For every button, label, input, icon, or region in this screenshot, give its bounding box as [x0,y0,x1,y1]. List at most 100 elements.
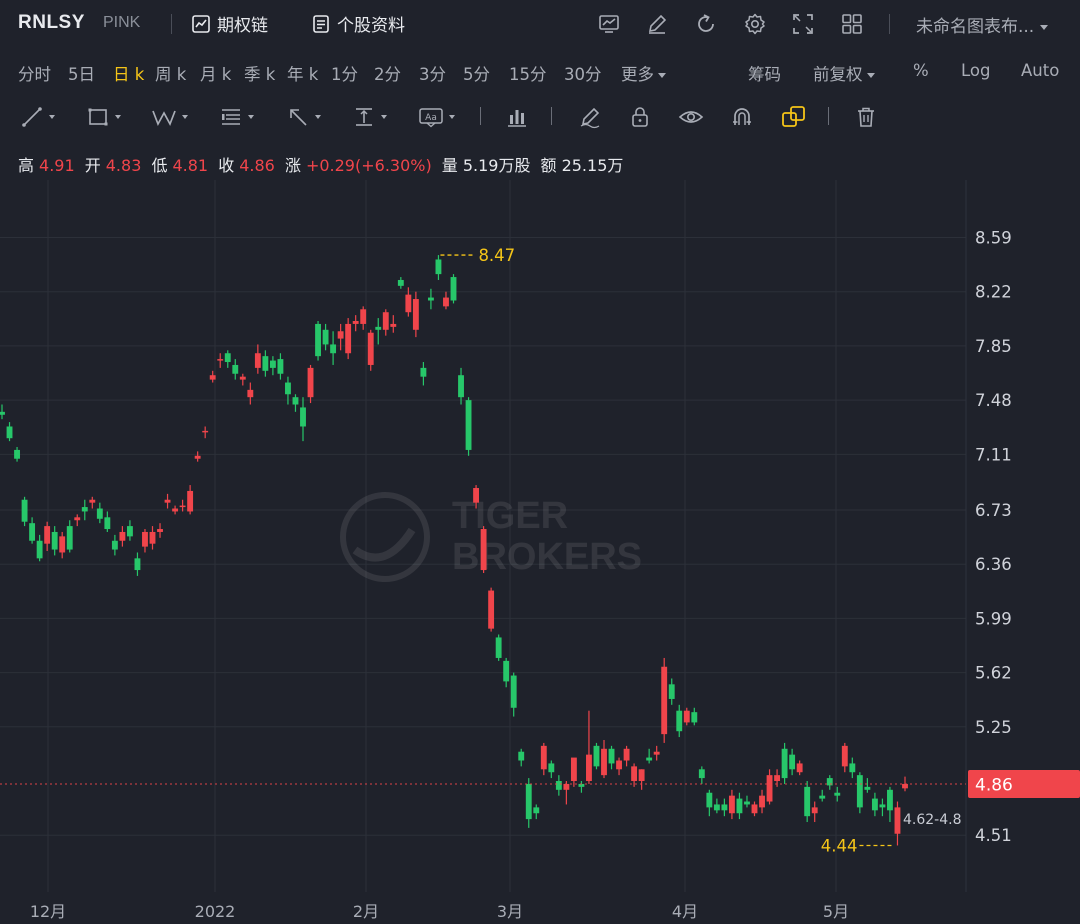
candle-body [300,407,306,427]
log-toggle[interactable]: Log [961,61,990,80]
candle-body [322,329,329,345]
price-axis: 8.59 8.22 7.85 7.48 7.11 6.73 6.36 5.99 5.62 5.25… [975,229,1012,846]
candle-body [458,375,464,398]
candle-body [894,807,901,834]
candle-body [285,382,291,395]
chevron-down-icon [866,73,875,78]
candle-body [480,529,487,571]
candle-body [563,783,570,790]
chips-button[interactable]: 筹码 [748,61,781,85]
gear-icon[interactable] [743,12,767,36]
rectangle-tool[interactable] [86,102,121,132]
adjust-dropdown[interactable]: 前复权 [813,61,875,85]
layout-name-dropdown[interactable]: 未命名图表布... [916,12,1049,37]
candle-body [44,526,51,544]
y-tick-label: 7.48 [975,391,1012,410]
candle-body [450,277,457,301]
candle-body [834,792,841,796]
x-tick-label: 5月 [823,902,849,921]
candle-body [375,326,382,330]
y-tick-label: 5.99 [975,609,1012,628]
candle-body [6,426,13,439]
candle-body [887,789,893,811]
sync-drawings-tool[interactable] [781,102,807,132]
period-tab[interactable]: 1分 [331,61,358,85]
candle-body [691,712,698,723]
y-tick-label: 5.25 [975,718,1012,737]
candle-body [510,675,517,708]
candle-body [661,666,668,735]
draw-edit-icon[interactable] [645,12,669,36]
percent-toggle[interactable]: % [913,61,929,80]
option-chain-link[interactable]: 期权链 [191,11,268,36]
chart-settings-icon[interactable] [597,12,621,36]
candle-body [360,309,367,324]
text-tool[interactable]: Aa [418,102,455,132]
period-tab-active[interactable]: 日 k [113,61,144,85]
candle-body [698,769,705,779]
period-tab[interactable]: 5分 [463,61,490,85]
measure-tool[interactable] [352,102,387,132]
more-periods-dropdown[interactable]: 更多 [621,61,666,85]
change-value: +0.29(+6.30%) [305,156,432,175]
low-label: 低 [151,156,168,175]
candle-body [217,359,224,361]
candle-body [194,455,201,459]
candle-body [465,400,472,450]
fibonacci-tool[interactable] [219,102,254,132]
chevron-down-icon [115,115,121,119]
watermark: TIGER BROKERS [340,492,642,582]
period-tab[interactable]: 30分 [564,61,602,85]
period-tab[interactable]: 季 k [244,61,275,85]
stock-profile-link[interactable]: 个股资料 [311,11,405,36]
candle-body [503,660,510,682]
layout-grid-icon[interactable] [840,12,864,36]
open-value: 4.83 [105,156,142,175]
period-tab[interactable]: 月 k [200,61,231,85]
candle-body [14,449,20,459]
candle-body [548,763,555,773]
toolbar-divider [480,107,481,125]
indicator-tool[interactable] [505,102,529,132]
arrow-tool[interactable] [286,102,321,132]
fullscreen-icon[interactable] [791,12,815,36]
y-tick-label: 7.11 [975,445,1012,464]
candlestick-chart[interactable]: TIGER BROKERS 8.59 8.22 7.85 7.48 7.11 6.73 6.… [0,180,1080,924]
period-tab[interactable]: 5日 [68,61,95,85]
delete-tool[interactable] [854,102,878,132]
rectangle-icon [88,108,108,126]
lock-icon [632,107,648,127]
candle-body [616,760,622,770]
measure-icon [356,108,372,126]
candle-body [751,804,758,814]
candle-body [713,804,720,811]
magnet-tool[interactable] [730,102,754,132]
min-price-label: 4.44 [821,836,858,855]
period-tab[interactable]: 周 k [155,61,186,85]
trend-line-tool[interactable] [20,102,55,132]
close-value: 4.86 [239,156,275,175]
period-tab[interactable]: 分时 [18,61,51,85]
refresh-icon[interactable] [694,12,718,36]
visibility-tool[interactable] [678,102,704,132]
candle-body [134,558,141,571]
period-tab[interactable]: 年 k [287,61,318,85]
brush-tool[interactable] [578,102,602,132]
candle-body [126,526,133,537]
period-tab[interactable]: 3分 [419,61,446,85]
amount-value: 25.15万 [561,156,624,175]
candle-body [239,376,246,380]
candle-body [179,505,186,508]
candle-body [96,508,103,519]
auto-toggle[interactable]: Auto [1021,61,1059,80]
lock-tool[interactable] [628,102,652,132]
pattern-tool[interactable] [151,102,188,132]
candle-body [224,353,231,363]
chevron-down-icon [315,115,321,119]
period-tab[interactable]: 15分 [509,61,547,85]
candle-body [864,786,871,790]
period-tab[interactable]: 2分 [374,61,401,85]
candle-body [781,748,788,779]
candle-body [676,710,683,732]
high-value: 4.91 [39,156,75,175]
